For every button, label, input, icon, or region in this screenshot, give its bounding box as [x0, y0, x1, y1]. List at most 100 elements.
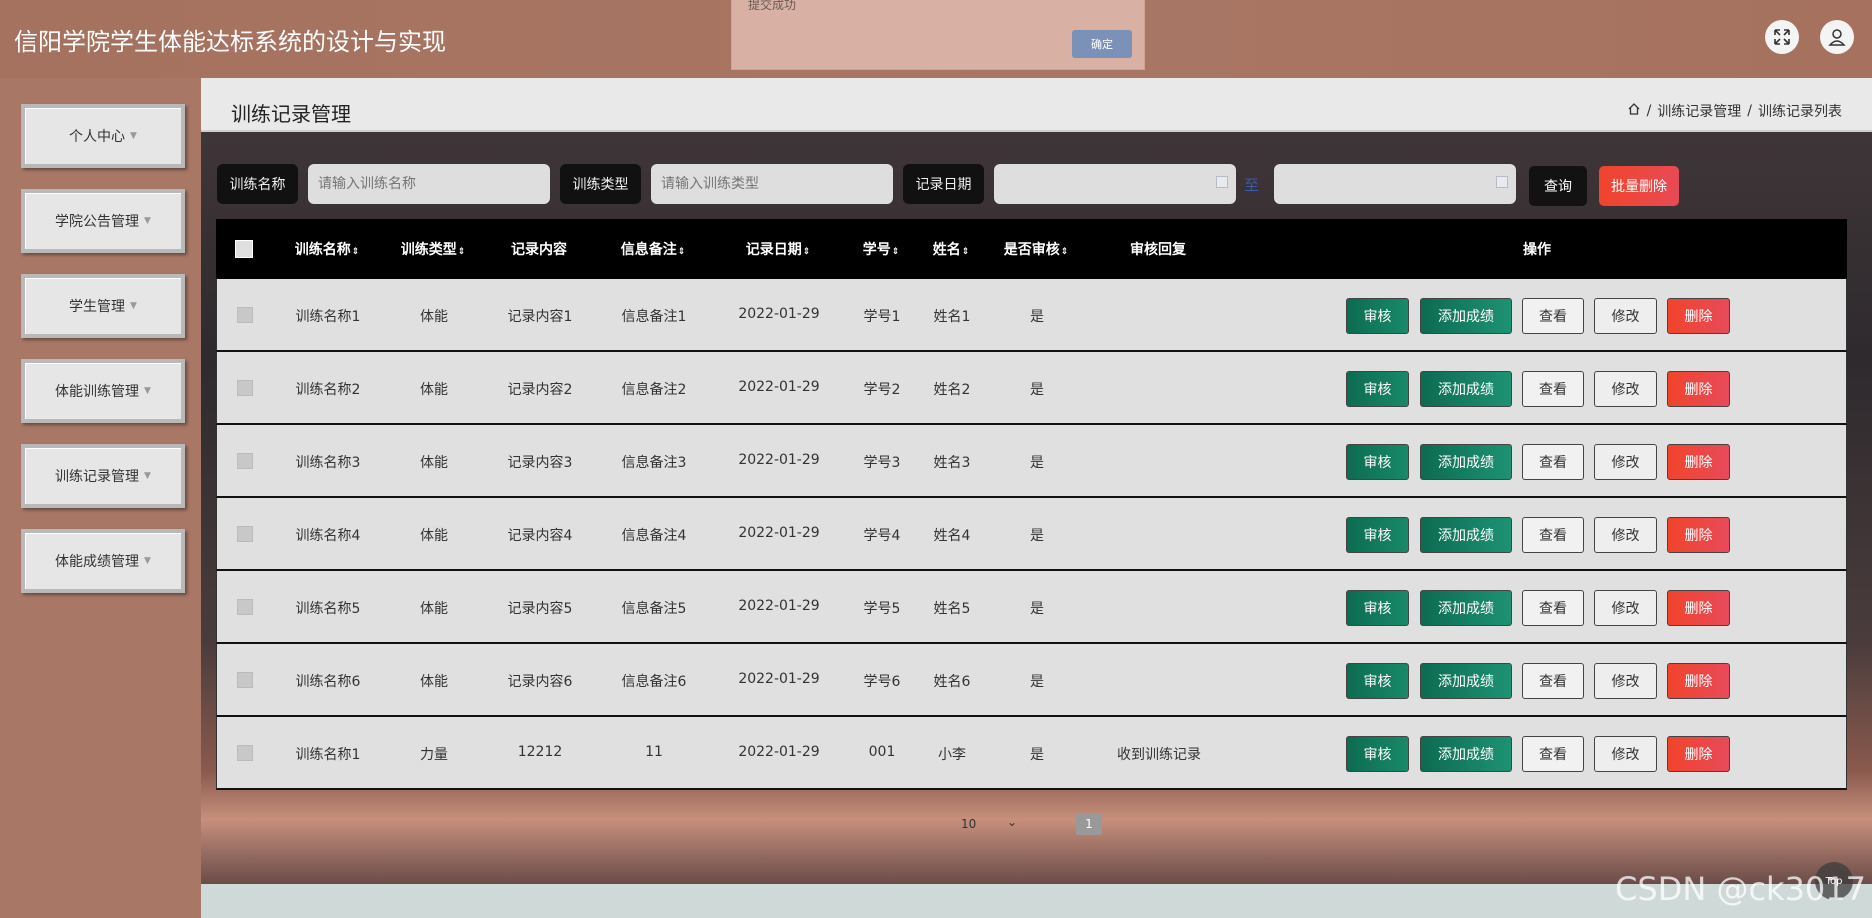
- main-content: 训练记录管理 / 训练记录管理 / 训练记录列表 训练名称 训练类型 记录日期 …: [201, 78, 1872, 884]
- row-checkbox[interactable]: [237, 672, 253, 688]
- cell-type: 力量: [420, 747, 448, 763]
- view-button[interactable]: 查看: [1522, 444, 1584, 480]
- query-button[interactable]: 查询: [1529, 166, 1587, 206]
- add-score-button[interactable]: 添加成绩: [1420, 371, 1512, 407]
- table-row: 训练名称1 力量 12212 11 2022-01-29 001 小李 是 收到训练记录 审核 添加…: [216, 717, 1847, 790]
- page-size-select[interactable]: 10: [961, 817, 976, 831]
- col-header-type[interactable]: 训练类型⇕: [401, 239, 466, 259]
- start-date-input[interactable]: [994, 164, 1236, 204]
- sidebar-item-label: 学院公告管理: [55, 214, 140, 230]
- search-bar: 训练名称 训练类型 记录日期 至 查询 批量删除: [217, 164, 1872, 206]
- col-header-date[interactable]: 记录日期⇕: [746, 239, 811, 259]
- row-checkbox[interactable]: [237, 380, 253, 396]
- row-checkbox[interactable]: [237, 745, 253, 761]
- cell-date: 2022-01-29: [738, 598, 820, 614]
- row-checkbox[interactable]: [237, 307, 253, 323]
- delete-button[interactable]: 删除: [1667, 371, 1730, 407]
- audit-button[interactable]: 审核: [1346, 371, 1409, 407]
- col-header-actions: 操作: [1523, 242, 1551, 258]
- sidebar-item-scores[interactable]: 体能成绩管理 ▼: [21, 529, 185, 593]
- sidebar-item-announcements[interactable]: 学院公告管理 ▼: [21, 189, 185, 253]
- cell-date: 2022-01-29: [738, 306, 820, 322]
- batch-delete-button[interactable]: 批量删除: [1599, 166, 1679, 206]
- add-score-button[interactable]: 添加成绩: [1420, 298, 1512, 334]
- audit-button[interactable]: 审核: [1346, 663, 1409, 699]
- cell-content: 记录内容2: [507, 382, 573, 398]
- user-avatar-icon[interactable]: [1820, 20, 1854, 54]
- cell-audited: 是: [1030, 382, 1044, 398]
- sort-icon: ⇕: [1060, 247, 1069, 257]
- audit-button[interactable]: 审核: [1346, 736, 1409, 772]
- audit-button[interactable]: 审核: [1346, 298, 1409, 334]
- view-button[interactable]: 查看: [1522, 590, 1584, 626]
- edit-button[interactable]: 修改: [1594, 736, 1657, 772]
- view-button[interactable]: 查看: [1522, 736, 1584, 772]
- chevron-down-icon[interactable]: ⌄: [1007, 815, 1017, 829]
- page-header: 训练记录管理 / 训练记录管理 / 训练记录列表: [201, 78, 1872, 132]
- page-number-current[interactable]: 1: [1076, 813, 1102, 835]
- audit-button[interactable]: 审核: [1346, 517, 1409, 553]
- delete-button[interactable]: 删除: [1667, 590, 1730, 626]
- edit-button[interactable]: 修改: [1594, 517, 1657, 553]
- sidebar-item-personal-center[interactable]: 个人中心 ▼: [21, 104, 185, 168]
- select-all-checkbox[interactable]: [235, 240, 253, 258]
- view-button[interactable]: 查看: [1522, 663, 1584, 699]
- edit-button[interactable]: 修改: [1594, 590, 1657, 626]
- col-header-student-id[interactable]: 学号⇕: [863, 239, 900, 259]
- delete-button[interactable]: 删除: [1667, 736, 1730, 772]
- fullscreen-icon[interactable]: [1765, 20, 1799, 54]
- cell-type: 体能: [420, 455, 448, 471]
- table-row: 训练名称2 体能 记录内容2 信息备注2 2022-01-29 学号2 姓名2 是 审核 添加成绩…: [216, 352, 1847, 425]
- calendar-icon: [1216, 176, 1228, 188]
- add-score-button[interactable]: 添加成绩: [1420, 736, 1512, 772]
- cell-student-name: 姓名1: [933, 309, 971, 325]
- col-header-name[interactable]: 训练名称⇕: [295, 239, 360, 259]
- toast-confirm-button[interactable]: 确定: [1072, 30, 1132, 58]
- edit-button[interactable]: 修改: [1594, 663, 1657, 699]
- sidebar-item-students[interactable]: 学生管理 ▼: [21, 274, 185, 338]
- edit-button[interactable]: 修改: [1594, 298, 1657, 334]
- cell-student-name: 姓名5: [933, 601, 971, 617]
- audit-button[interactable]: 审核: [1346, 444, 1409, 480]
- delete-button[interactable]: 删除: [1667, 298, 1730, 334]
- cell-student-name: 姓名4: [933, 528, 971, 544]
- type-label: 训练类型: [560, 164, 641, 204]
- records-table: 训练名称⇕ 训练类型⇕ 记录内容 信息备注⇕ 记录日期⇕ 学号⇕ 姓名⇕ 是否审…: [216, 219, 1847, 790]
- caret-down-icon: ▼: [144, 471, 151, 481]
- delete-button[interactable]: 删除: [1667, 517, 1730, 553]
- name-search-input[interactable]: [308, 164, 550, 204]
- add-score-button[interactable]: 添加成绩: [1420, 663, 1512, 699]
- range-separator: 至: [1244, 176, 1260, 194]
- view-button[interactable]: 查看: [1522, 517, 1584, 553]
- row-checkbox[interactable]: [237, 599, 253, 615]
- cell-name: 训练名称2: [295, 382, 361, 398]
- row-checkbox[interactable]: [237, 453, 253, 469]
- col-header-remark[interactable]: 信息备注⇕: [621, 239, 686, 259]
- col-header-audited[interactable]: 是否审核⇕: [1004, 239, 1069, 259]
- cell-student-name: 小李: [938, 747, 966, 763]
- row-checkbox[interactable]: [237, 526, 253, 542]
- edit-button[interactable]: 修改: [1594, 371, 1657, 407]
- view-button[interactable]: 查看: [1522, 298, 1584, 334]
- cell-date: 2022-01-29: [738, 525, 820, 541]
- cell-content: 12212: [517, 744, 563, 760]
- cell-remark: 信息备注3: [621, 455, 687, 471]
- delete-button[interactable]: 删除: [1667, 444, 1730, 480]
- end-date-input[interactable]: [1274, 164, 1516, 204]
- sidebar: 个人中心 ▼ 学院公告管理 ▼ 学生管理 ▼ 体能训练管理 ▼ 训练记录管理 ▼ 体能成绩…: [0, 78, 201, 918]
- delete-button[interactable]: 删除: [1667, 663, 1730, 699]
- view-button[interactable]: 查看: [1522, 371, 1584, 407]
- breadcrumb-item[interactable]: 训练记录管理: [1657, 101, 1741, 121]
- add-score-button[interactable]: 添加成绩: [1420, 444, 1512, 480]
- col-header-student-name[interactable]: 姓名⇕: [933, 239, 970, 259]
- sidebar-item-training[interactable]: 体能训练管理 ▼: [21, 359, 185, 423]
- success-toast: 提交成功 确定: [731, 0, 1145, 70]
- sidebar-item-training-records[interactable]: 训练记录管理 ▼: [21, 444, 185, 508]
- edit-button[interactable]: 修改: [1594, 444, 1657, 480]
- home-icon[interactable]: [1627, 102, 1641, 120]
- add-score-button[interactable]: 添加成绩: [1420, 590, 1512, 626]
- audit-button[interactable]: 审核: [1346, 590, 1409, 626]
- type-search-input[interactable]: [651, 164, 893, 204]
- sort-icon: ⇕: [891, 247, 900, 257]
- add-score-button[interactable]: 添加成绩: [1420, 517, 1512, 553]
